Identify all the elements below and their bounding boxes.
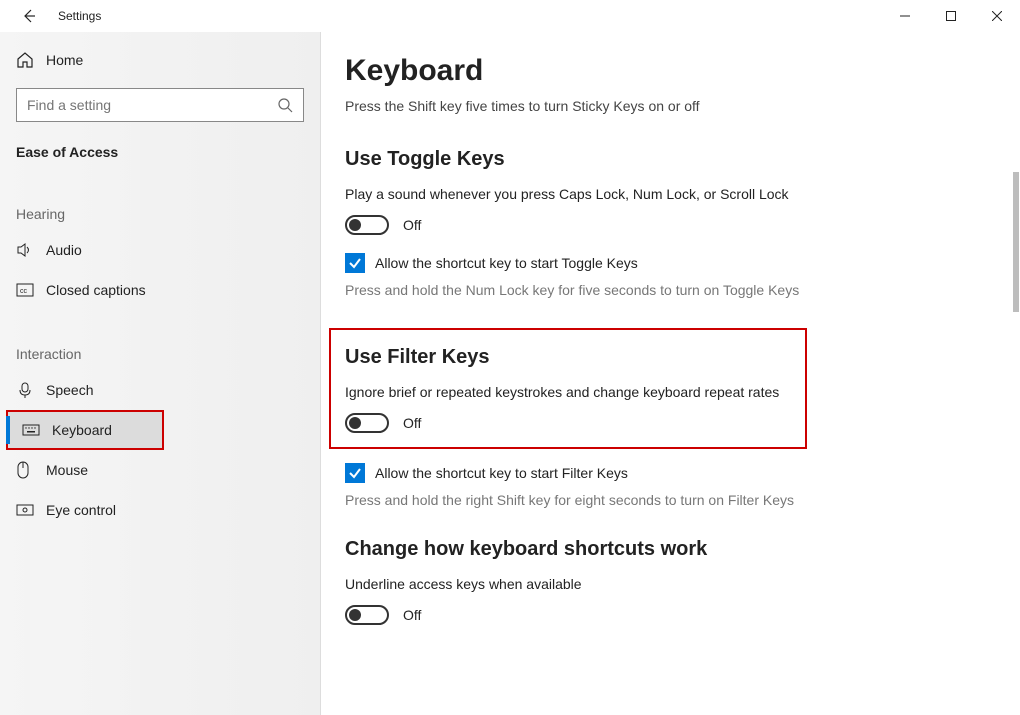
filter-keys-shortcut-label: Allow the shortcut key to start Filter K… [375, 465, 628, 481]
section-toggle-keys-desc: Play a sound whenever you press Caps Loc… [345, 185, 865, 203]
section-shortcuts-heading: Change how keyboard shortcuts work [345, 538, 980, 561]
back-button[interactable] [14, 1, 44, 31]
sidebar-item-audio[interactable]: Audio [0, 230, 320, 270]
sidebar-item-label: Mouse [46, 462, 88, 478]
section-filter-keys-desc: Ignore brief or repeated keystrokes and … [345, 383, 791, 401]
keyboard-icon [22, 424, 52, 436]
microphone-icon [16, 381, 46, 399]
sidebar-item-label: Speech [46, 382, 93, 398]
speaker-icon [16, 241, 46, 259]
underline-access-keys-state: Off [403, 607, 421, 623]
sidebar-item-closed-captions[interactable]: cc Closed captions [0, 270, 320, 310]
filter-keys-state: Off [403, 415, 421, 431]
sidebar-item-label: Eye control [46, 502, 116, 518]
group-header-hearing: Hearing [0, 206, 320, 230]
cc-icon: cc [16, 283, 46, 297]
svg-text:cc: cc [20, 288, 28, 295]
home-icon [16, 51, 46, 69]
home-label: Home [46, 52, 83, 68]
page-title: Keyboard [345, 54, 980, 88]
underline-access-keys-switch[interactable] [345, 605, 389, 625]
mouse-icon [16, 461, 46, 479]
titlebar: Settings [0, 0, 1020, 32]
sidebar-item-mouse[interactable]: Mouse [0, 450, 320, 490]
filter-keys-highlight: Use Filter Keys Ignore brief or repeated… [329, 328, 807, 449]
search-icon [277, 97, 293, 113]
section-shortcuts-desc: Underline access keys when available [345, 575, 865, 593]
toggle-keys-hint: Press and hold the Num Lock key for five… [345, 281, 805, 300]
category-header: Ease of Access [0, 138, 320, 170]
sidebar-item-eye-control[interactable]: Eye control [0, 490, 320, 530]
eye-icon [16, 503, 46, 517]
window-title: Settings [58, 9, 101, 23]
scrollbar[interactable] [1006, 32, 1020, 715]
toggle-keys-shortcut-checkbox[interactable] [345, 253, 365, 273]
section-filter-keys-heading: Use Filter Keys [345, 346, 791, 369]
scrollbar-thumb[interactable] [1013, 172, 1019, 312]
sidebar-item-speech[interactable]: Speech [0, 370, 320, 410]
search-input[interactable] [27, 97, 277, 113]
content-pane: Keyboard Press the Shift key five times … [320, 32, 1020, 715]
sidebar-item-label: Closed captions [46, 282, 146, 298]
toggle-keys-state: Off [403, 217, 421, 233]
sidebar: Home Ease of Access Hearing Audio cc Clo… [0, 32, 320, 715]
search-box[interactable] [16, 88, 304, 122]
close-button[interactable] [974, 0, 1020, 32]
filter-keys-hint: Press and hold the right Shift key for e… [345, 491, 805, 510]
group-header-interaction: Interaction [0, 346, 320, 370]
toggle-keys-shortcut-label: Allow the shortcut key to start Toggle K… [375, 255, 638, 271]
toggle-keys-switch[interactable] [345, 215, 389, 235]
window-controls [882, 0, 1020, 32]
maximize-button[interactable] [928, 0, 974, 32]
page-subtitle: Press the Shift key five times to turn S… [345, 98, 980, 114]
home-nav[interactable]: Home [0, 40, 320, 80]
filter-keys-switch[interactable] [345, 413, 389, 433]
sidebar-item-keyboard[interactable]: Keyboard [6, 410, 164, 450]
minimize-button[interactable] [882, 0, 928, 32]
section-toggle-keys-heading: Use Toggle Keys [345, 148, 980, 171]
filter-keys-shortcut-checkbox[interactable] [345, 463, 365, 483]
sidebar-item-label: Audio [46, 242, 82, 258]
sidebar-item-label: Keyboard [52, 422, 112, 438]
